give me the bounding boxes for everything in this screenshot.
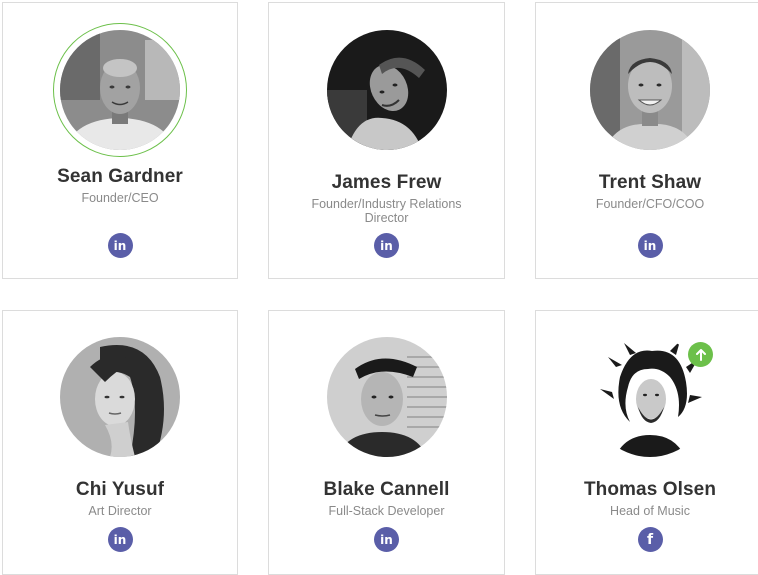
facebook-icon: f [646, 531, 654, 548]
linkedin-button[interactable]: in [107, 233, 133, 258]
portrait-photo [590, 30, 710, 150]
linkedin-button[interactable]: in [637, 233, 663, 258]
team-card-thomas-olsen: Thomas Olsen Head of Music f [535, 310, 758, 575]
facebook-button[interactable]: f [637, 527, 663, 552]
avatar[interactable] [60, 30, 180, 150]
linkedin-button[interactable]: in [107, 527, 133, 552]
portrait-photo [60, 337, 180, 457]
member-name: Sean Gardner [57, 166, 183, 187]
arrow-up-icon [695, 348, 706, 361]
member-name: Thomas Olsen [583, 479, 717, 500]
team-card-james-frew: James Frew Founder/Industry Relations Di… [268, 2, 505, 279]
member-name: Trent Shaw [598, 172, 702, 193]
avatar[interactable] [60, 337, 180, 457]
member-role: Founder/Industry Relations Director [311, 197, 462, 225]
linkedin-icon: in [380, 532, 393, 547]
member-role: Founder/CEO [81, 191, 159, 205]
linkedin-icon: in [113, 532, 127, 547]
avatar[interactable] [326, 337, 447, 457]
member-name: Blake Cannell [323, 479, 450, 500]
member-name: James Frew [331, 172, 442, 193]
linkedin-button[interactable]: in [374, 527, 399, 552]
team-card-chi-yusuf: Chi Yusuf Art Director in [2, 310, 238, 575]
team-card-trent-shaw: Trent Shaw Founder/CFO/COO in [535, 2, 758, 279]
team-card-blake-cannell: Blake Cannell Full-Stack Developer in [268, 310, 505, 575]
linkedin-icon: in [113, 238, 127, 253]
linkedin-icon: in [643, 238, 657, 253]
avatar[interactable] [590, 30, 710, 150]
member-role: Head of Music [610, 504, 690, 518]
team-card-sean-gardner: Sean Gardner Founder/CEO in [2, 2, 238, 279]
scroll-to-top-button[interactable] [688, 342, 713, 367]
member-role: Art Director [88, 504, 152, 518]
member-role: Founder/CFO/COO [595, 197, 705, 211]
avatar[interactable] [326, 30, 447, 150]
portrait-photo [60, 30, 180, 150]
member-role: Full-Stack Developer [328, 504, 445, 518]
portrait-photo [326, 30, 447, 150]
portrait-photo [326, 337, 447, 457]
linkedin-icon: in [380, 238, 393, 253]
linkedin-button[interactable]: in [374, 233, 399, 258]
member-name: Chi Yusuf [75, 479, 165, 500]
